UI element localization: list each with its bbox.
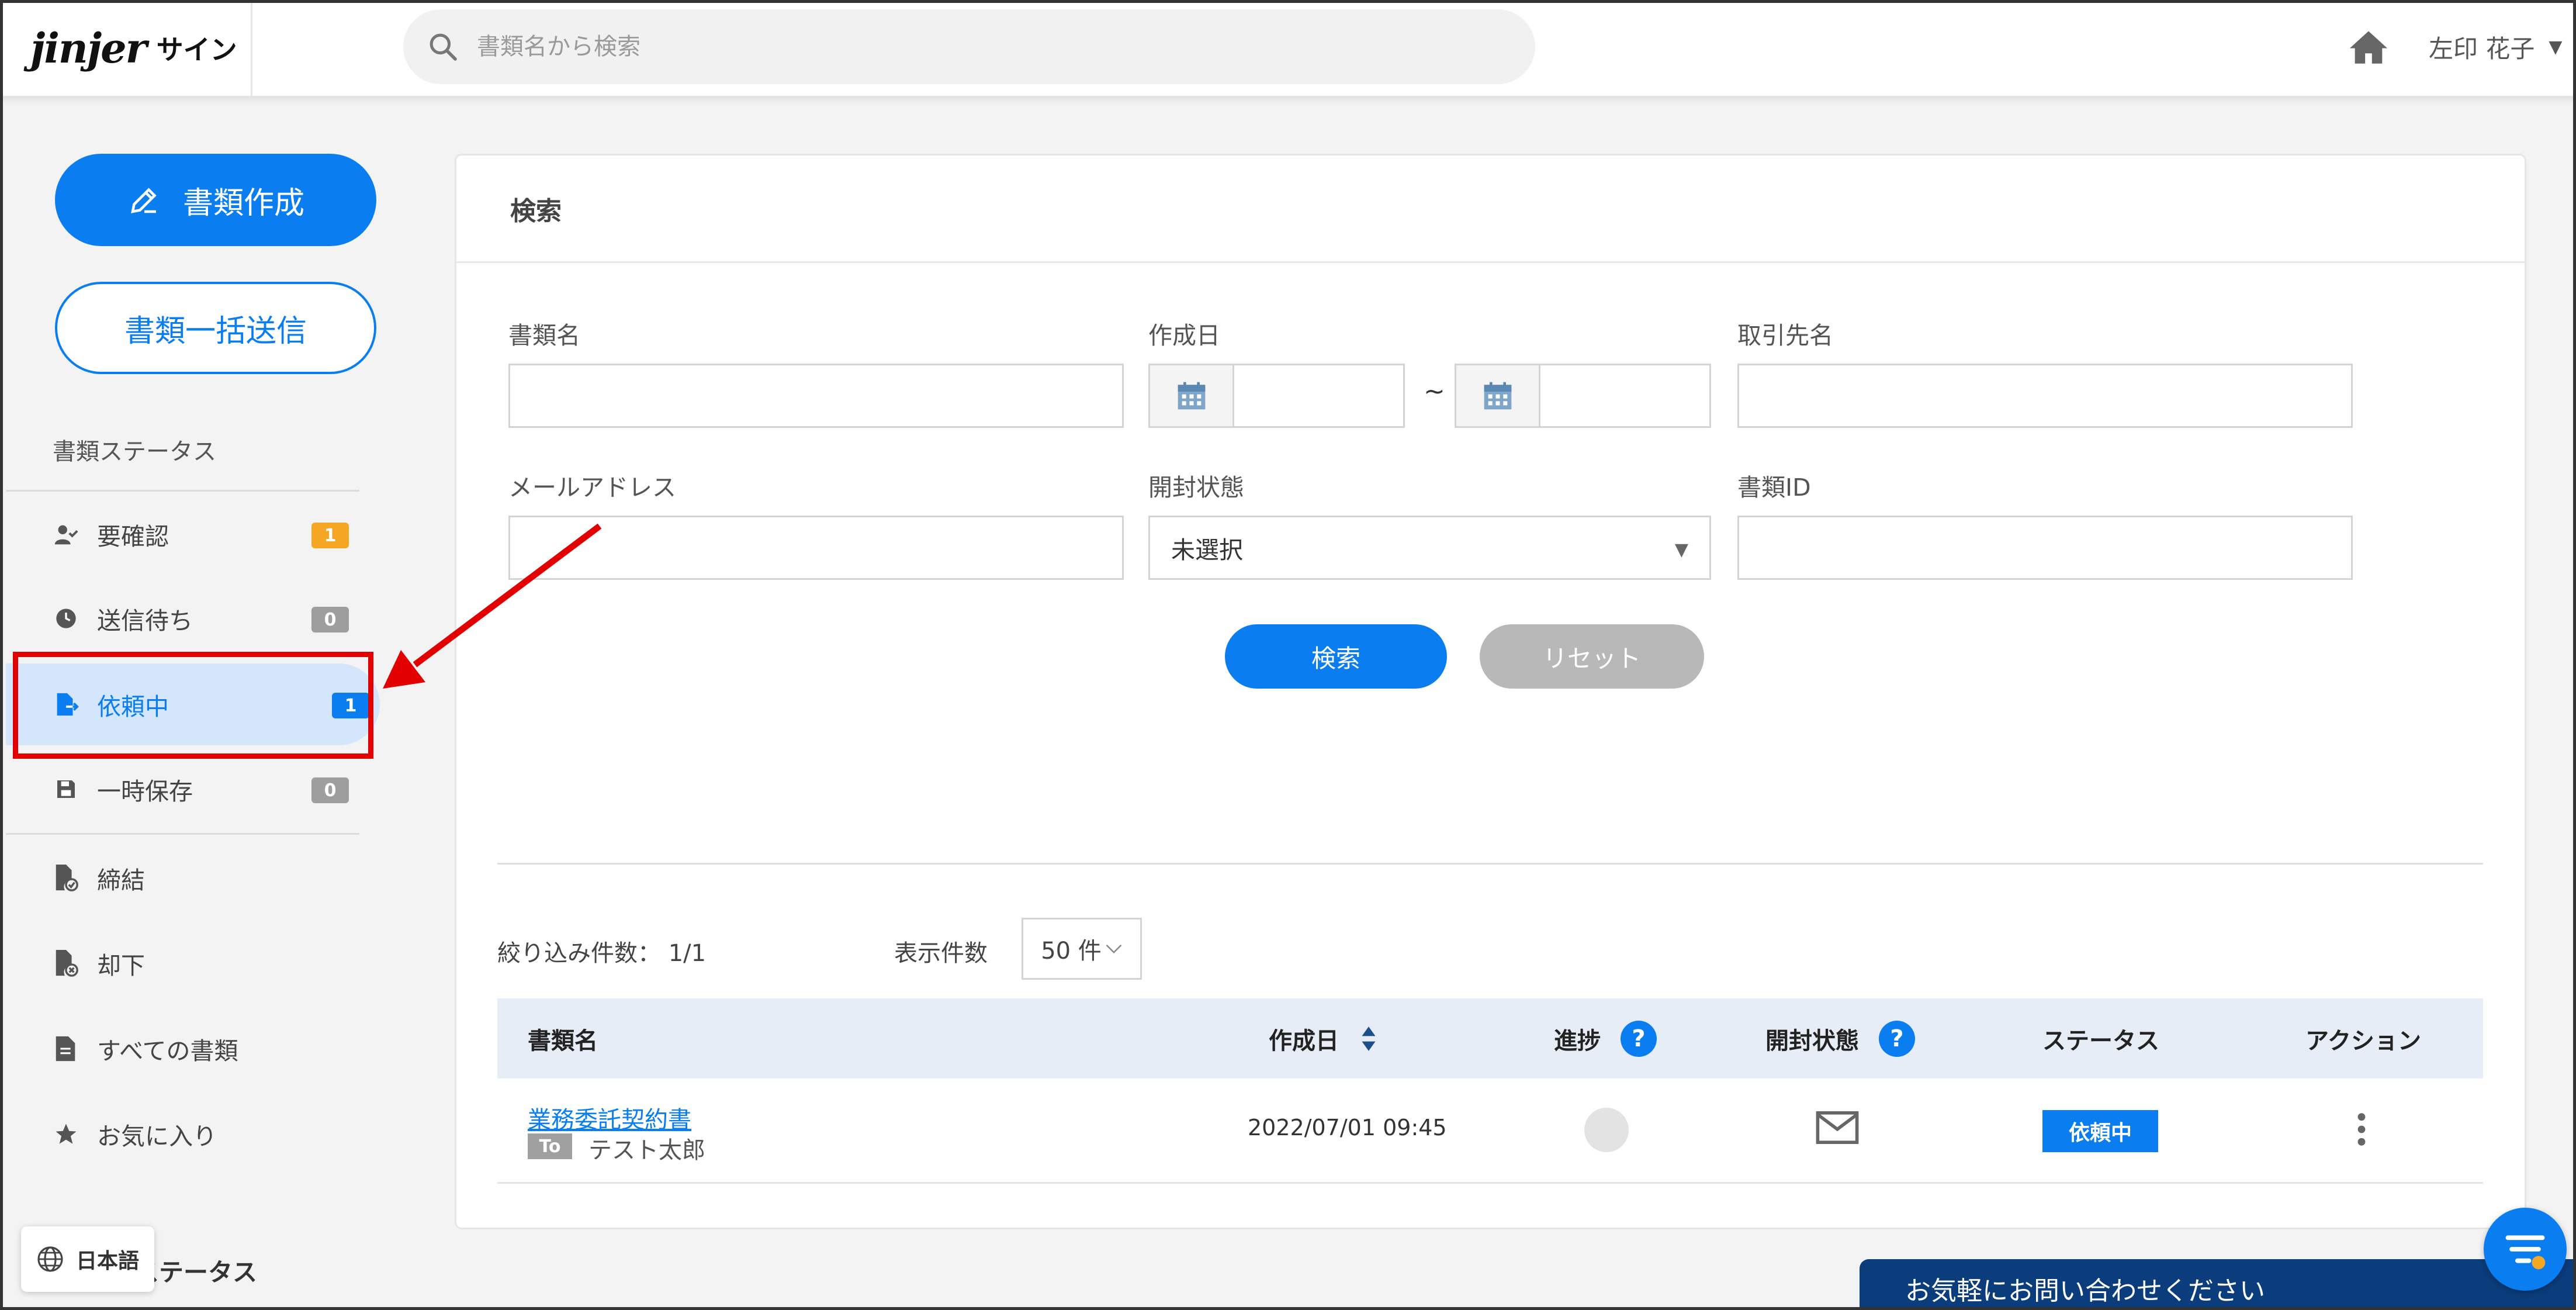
red-arrow-annotation xyxy=(383,523,602,689)
